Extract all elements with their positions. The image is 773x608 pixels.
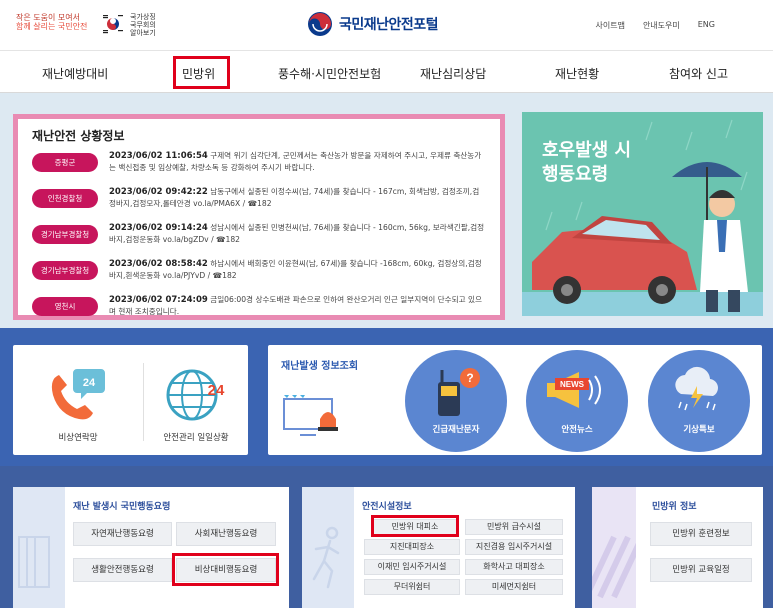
social-disaster-guide-button[interactable]: 사회재난행동요령: [176, 522, 276, 546]
gov-text-1: 국가상징: [130, 13, 156, 21]
emergency-alert-label: 긴급재난문자: [432, 425, 480, 435]
fine-dust-shelter-button[interactable]: 미세먼지쉼터: [465, 579, 563, 595]
news-text: NEWS: [560, 380, 585, 389]
main-nav: 재난예방대비 민방위 풍수해·시민안전보험 재난심리상담 재난현황 참여와 신고: [0, 50, 773, 93]
heavy-rain-banner[interactable]: 호우발생 시 행동요령: [522, 112, 763, 316]
weather-alert-button[interactable]: 기상특보: [648, 350, 750, 452]
header: 작은 도움이 모여서 함께 살리는 국민안전 국가상징 국무회의 알아보기 국민…: [0, 0, 773, 50]
nav-insurance[interactable]: 풍수해·시민안전보험: [278, 65, 381, 82]
safety-news-button[interactable]: NEWS 안전뉴스: [526, 350, 628, 452]
logo-text: 국민재난안전포털: [339, 17, 439, 33]
earthquake-temp-housing-button[interactable]: 지진겸용 임시주거시설: [465, 539, 563, 555]
gov-symbol-link[interactable]: 국가상징 국무회의 알아보기: [130, 13, 156, 37]
icon-24-text: 24: [208, 382, 225, 399]
safety-facility-title: 안전시설정보: [362, 502, 412, 512]
life-safety-guide-button[interactable]: 생활안전행동요령: [73, 558, 172, 582]
panel-accent: [583, 487, 645, 608]
status-text: 2023/06/02 09:42:22 남동구에서 실종된 이정수씨(남, 74…: [109, 186, 486, 209]
safety-facility-panel: 안전시설정보 민방위 대피소 민방위 급수시설 지진대피장소 지진겸용 임시주거…: [302, 487, 575, 608]
emergency-contacts-label: 비상연락망: [58, 433, 98, 443]
status-text: 2023/06/02 07:24:09 금일06:00경 상수도배관 파손으로 …: [109, 294, 486, 317]
slogan-line-1: 작은 도움이 모여서: [16, 13, 80, 22]
civil-defense-panel: 민방위 정보 민방위 훈련정보 민방위 교육일정: [583, 487, 763, 608]
guide-link[interactable]: 안내도우미: [643, 20, 680, 31]
civil-training-button[interactable]: 민방위 훈련정보: [650, 522, 752, 546]
status-item[interactable]: 경기남부경찰청 2023/06/02 09:14:24 성남시에서 실종된 민병…: [32, 222, 486, 254]
storm-cloud-icon: [675, 366, 718, 411]
site-logo[interactable]: 국민재난안전포털: [307, 11, 439, 37]
status-datetime: 2023/06/02 07:24:09: [109, 295, 208, 305]
action-guide-panel: 재난 발생시 국민행동요령 자연재난행동요령 사회재난행동요령 생활안전행동요령…: [13, 487, 289, 608]
logo-emblem-icon: [308, 12, 332, 36]
status-text: 2023/06/02 08:58:42 하남시에서 배회중인 이윤현씨(남, 6…: [109, 258, 486, 281]
banner-line-2: 행동요령: [542, 164, 609, 185]
daily-safety-label: 안전관리 일일상황: [163, 433, 229, 443]
civil-defense-title: 민방위 정보: [652, 502, 697, 512]
status-badge: 경기남부경찰청: [32, 261, 98, 280]
monitor-alert-icon: [283, 395, 338, 436]
status-item[interactable]: 경기남부경찰청 2023/06/02 08:58:42 하남시에서 배회중인 이…: [32, 258, 486, 290]
nav-report[interactable]: 참여와 신고: [669, 65, 728, 82]
panel-accent: [13, 487, 65, 608]
status-datetime: 2023/06/02 08:58:42: [109, 259, 208, 269]
highlight-box: [173, 56, 230, 89]
status-text: 2023/06/02 09:14:24 성남시에서 실종된 민병천씨(남, 76…: [109, 222, 486, 245]
highlight-box: [371, 515, 459, 537]
civil-education-button[interactable]: 민방위 교육일정: [650, 558, 752, 582]
gov-text-2: 국무회의: [130, 21, 156, 29]
status-datetime: 2023/06/02 11:06:54: [109, 151, 208, 161]
status-badge: 영천시: [32, 297, 98, 316]
megaphone-icon: NEWS: [547, 372, 601, 408]
walkie-talkie-icon: ?: [438, 368, 480, 416]
daily-safety-link[interactable]: 24 안전관리 일일상황: [144, 345, 248, 455]
disaster-info-card: 재난발생 정보조회 ? 긴급재난문자 NEWS 안전뉴스 기상특보: [268, 345, 762, 455]
status-text: 2023/06/02 11:06:54 구제역 위기 심각단계, 군민께서는 축…: [109, 150, 486, 173]
stripes-icon: [583, 535, 645, 599]
natural-disaster-guide-button[interactable]: 자연재난행동요령: [73, 522, 172, 546]
slogan-line-2: 함께 살리는 국민안전: [16, 22, 88, 31]
status-item[interactable]: 증평군 2023/06/02 11:06:54 구제역 위기 심각단계, 군민께…: [32, 150, 486, 182]
running-person-icon: [312, 526, 340, 589]
nav-disaster-status[interactable]: 재난현황: [555, 65, 599, 82]
disaster-info-title: 재난발생 정보조회: [281, 361, 359, 372]
banner-line-1: 호우발생 시: [542, 140, 632, 161]
quick-links-card: 24 비상연락망 24 안전관리 일일상황: [13, 345, 248, 455]
phone-24-icon: 24: [51, 369, 105, 420]
earthquake-shelter-button[interactable]: 지진대피장소: [364, 539, 460, 555]
emergency-contacts-link[interactable]: 24 비상연락망: [13, 345, 143, 455]
status-datetime: 2023/06/02 09:14:24: [109, 223, 208, 233]
building-icon: [18, 536, 50, 588]
weather-alert-label: 기상특보: [683, 425, 715, 435]
status-item[interactable]: 인천경찰청 2023/06/02 09:42:22 남동구에서 실종된 이정수씨…: [32, 186, 486, 218]
highlight-box: [172, 553, 279, 586]
status-badge: 경기남부경찰청: [32, 225, 98, 244]
disaster-status-box: 재난안전 상황정보 증평군 2023/06/02 11:06:54 구제역 위기…: [13, 114, 505, 320]
civil-water-facility-button[interactable]: 민방위 급수시설: [465, 519, 563, 535]
question-mark-glyph: ?: [466, 371, 473, 385]
status-badge: 인천경찰청: [32, 189, 98, 208]
gov-text-3: 알아보기: [130, 29, 156, 37]
emergency-alert-button[interactable]: ? 긴급재난문자: [405, 350, 507, 452]
taegukgi-icon[interactable]: [102, 13, 124, 35]
nav-disaster-prevention[interactable]: 재난예방대비: [42, 65, 108, 82]
english-link[interactable]: ENG: [698, 20, 715, 31]
banner-title: 호우발생 시 행동요령: [542, 139, 631, 187]
utility-links: 사이트맵 안내도우미 ENG: [595, 20, 715, 31]
globe-24-icon: 24: [166, 369, 225, 421]
panel-accent: [302, 487, 354, 608]
nav-psych-counsel[interactable]: 재난심리상담: [420, 65, 486, 82]
sitemap-link[interactable]: 사이트맵: [595, 20, 624, 31]
heat-shelter-button[interactable]: 무더위쉼터: [364, 579, 460, 595]
icon-24-text: 24: [83, 377, 96, 389]
status-badge: 증평군: [32, 153, 98, 172]
action-guide-title: 재난 발생시 국민행동요령: [73, 502, 171, 512]
slogan: 작은 도움이 모여서 함께 살리는 국민안전: [16, 13, 94, 31]
safety-news-label: 안전뉴스: [561, 425, 593, 435]
status-datetime: 2023/06/02 09:42:22: [109, 187, 208, 197]
chemical-shelter-button[interactable]: 화학사고 대피장소: [465, 559, 563, 575]
victim-temp-housing-button[interactable]: 이재민 임시주거시설: [364, 559, 460, 575]
status-item[interactable]: 영천시 2023/06/02 07:24:09 금일06:00경 상수도배관 파…: [32, 294, 486, 326]
status-title: 재난안전 상황정보: [32, 129, 125, 143]
